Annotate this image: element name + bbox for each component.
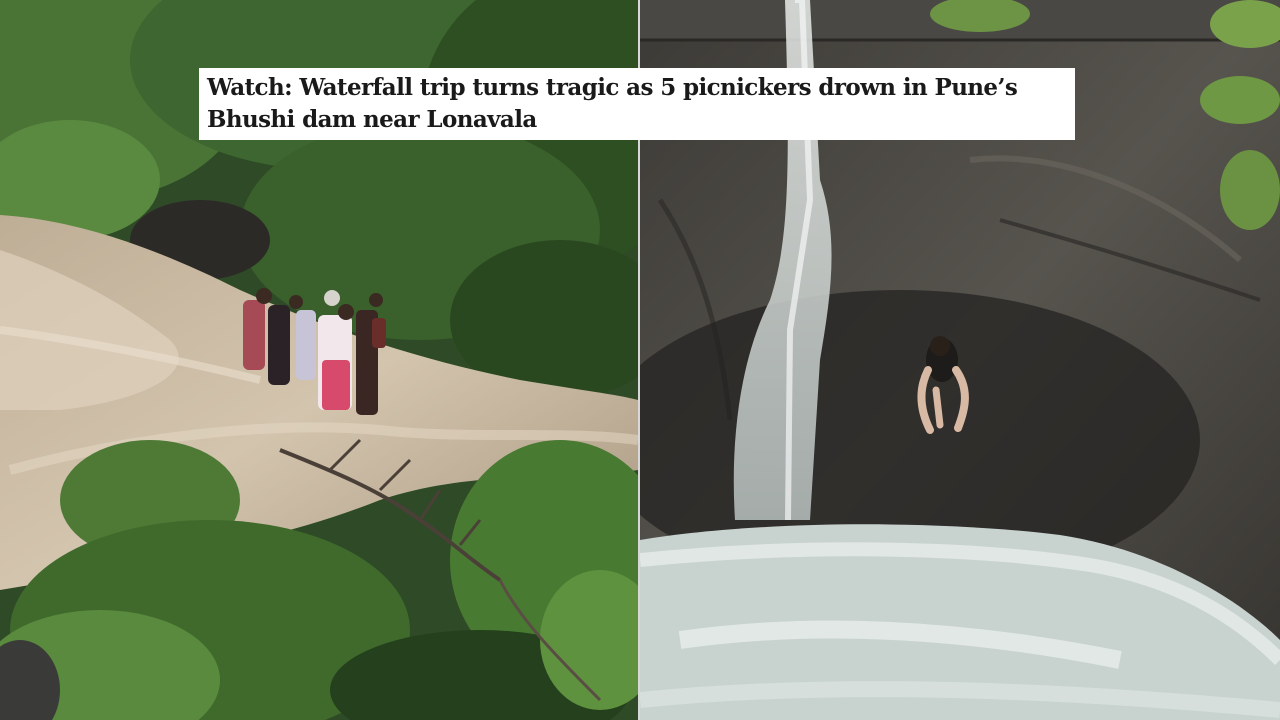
headline-text: Watch: Waterfall trip turns tragic as 5 … [207,74,1018,133]
headline-caption: Watch: Waterfall trip turns tragic as 5 … [199,68,1075,140]
